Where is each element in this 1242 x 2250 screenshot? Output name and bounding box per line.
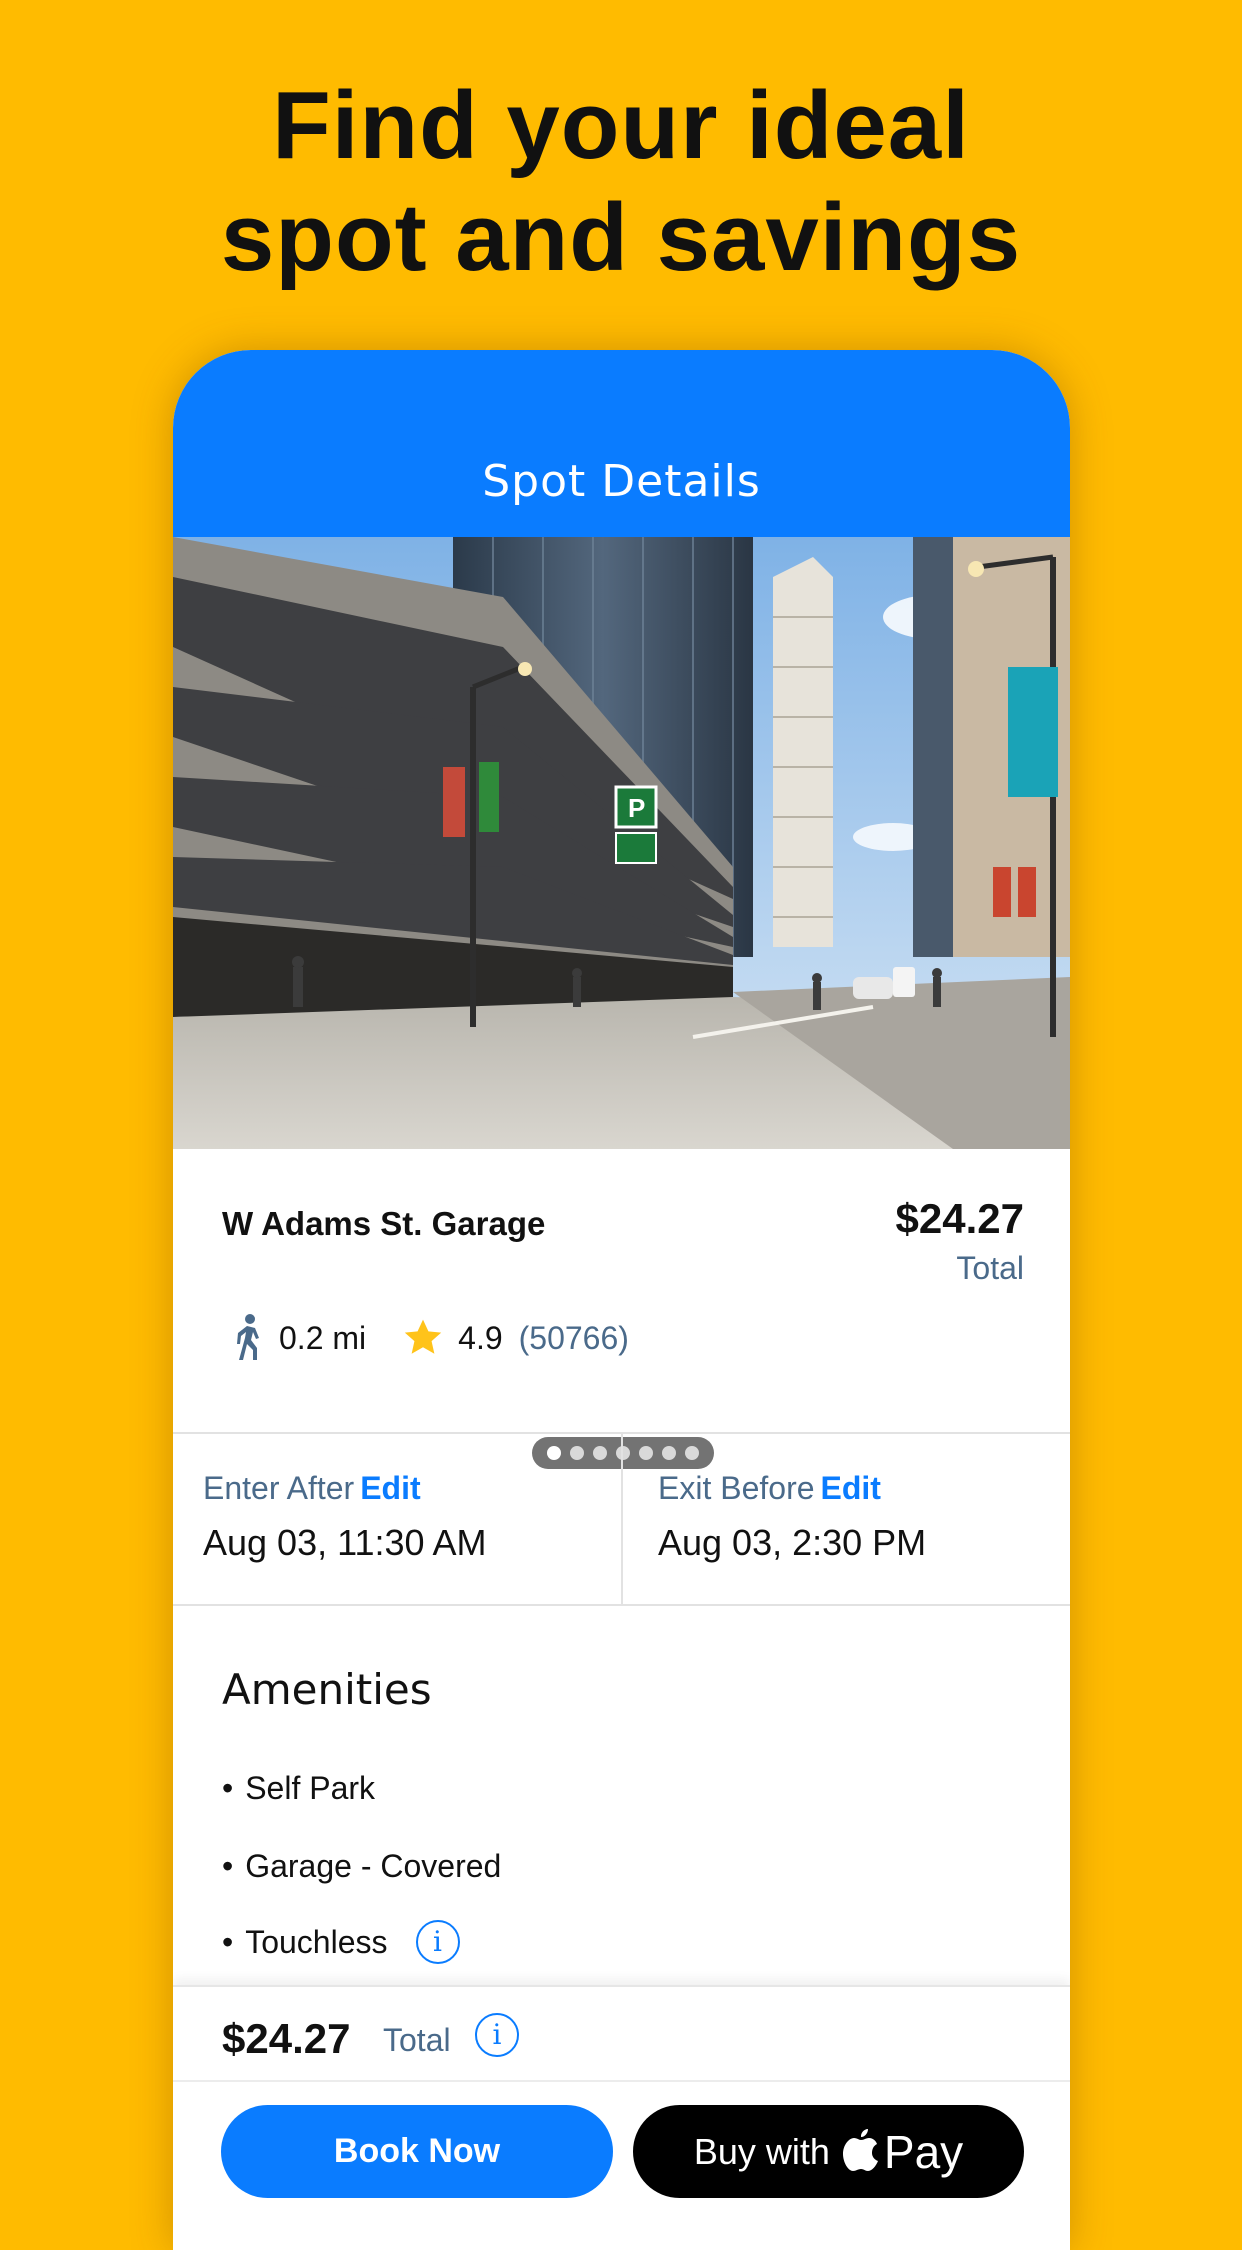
footer-total-label: Total: [383, 2022, 451, 2058]
headline-line-2: spot and savings: [220, 184, 1022, 291]
bullet: •: [222, 1923, 234, 1960]
spot-meta: 0.2 mi 4.9 (50766): [229, 1310, 629, 1366]
exit-before-label: Exit Before: [658, 1470, 815, 1506]
amenity-item: • Self Park: [222, 1770, 375, 1807]
book-now-label: Book Now: [333, 2132, 501, 2170]
phone-screen: Spot Details P W Adams St. Garage $24.27…: [173, 350, 1070, 2250]
exit-before-section[interactable]: Exit Before Edit Aug 03, 2:30 PM: [622, 1434, 1070, 1604]
amenity-item: • Garage - Covered: [222, 1848, 501, 1885]
apple-logo-icon: [842, 2128, 878, 2171]
headline-line-1: Find your ideal: [272, 72, 970, 179]
walking-person-icon: [237, 1314, 259, 1360]
info-icon[interactable]: i: [475, 2013, 519, 2057]
svg-text:P: P: [628, 793, 645, 823]
amenities-title: Amenities: [222, 1665, 432, 1714]
spot-price: $24.27: [895, 1195, 1024, 1242]
distance-text: 0.2 mi: [279, 1319, 367, 1356]
info-icon[interactable]: i: [415, 1920, 460, 1964]
enter-after-section[interactable]: Enter After Edit Aug 03, 11:30 AM: [173, 1434, 623, 1604]
nav-bar: Spot Details: [173, 350, 1070, 537]
amenity-item: • Touchless i: [222, 1920, 460, 1964]
amenity-label: Garage - Covered: [245, 1848, 502, 1884]
spot-price-label: Total: [956, 1250, 1024, 1286]
pay-prefix: Buy with: [693, 2130, 830, 2172]
street-scene-illustration: P: [173, 537, 1070, 1149]
star-icon: [404, 1319, 442, 1354]
amenity-label: Self Park: [245, 1770, 376, 1806]
pay-suffix: Pay: [883, 2125, 964, 2178]
garage-photo[interactable]: P: [173, 537, 1070, 1149]
enter-after-label: Enter After: [203, 1470, 355, 1506]
review-count[interactable]: (50766): [519, 1320, 629, 1357]
divider: [173, 2080, 1070, 2082]
exit-edit-link[interactable]: Edit: [821, 1470, 881, 1506]
exit-before-value: Aug 03, 2:30 PM: [658, 1522, 927, 1563]
bullet: •: [222, 1848, 234, 1884]
rating-text: 4.9: [458, 1319, 503, 1356]
exit-before-label-row: Exit Before Edit: [658, 1470, 881, 1507]
apple-pay-button[interactable]: Buy with Pay: [633, 2105, 1024, 2198]
headline: Find your ideal spot and savings: [0, 70, 1242, 294]
nav-title: Spot Details: [482, 456, 761, 507]
footer-price: $24.27: [222, 2015, 351, 2062]
enter-edit-link[interactable]: Edit: [360, 1470, 420, 1506]
parking-times: Enter After Edit Aug 03, 11:30 AM Exit Be…: [173, 1432, 1070, 1606]
spot-name: W Adams St. Garage: [222, 1205, 546, 1242]
amenity-label: Touchless: [245, 1923, 388, 1960]
book-now-button[interactable]: Book Now: [221, 2105, 613, 2198]
enter-after-value: Aug 03, 11:30 AM: [203, 1522, 487, 1563]
enter-after-label-row: Enter After Edit: [203, 1470, 421, 1507]
bullet: •: [222, 1770, 234, 1806]
